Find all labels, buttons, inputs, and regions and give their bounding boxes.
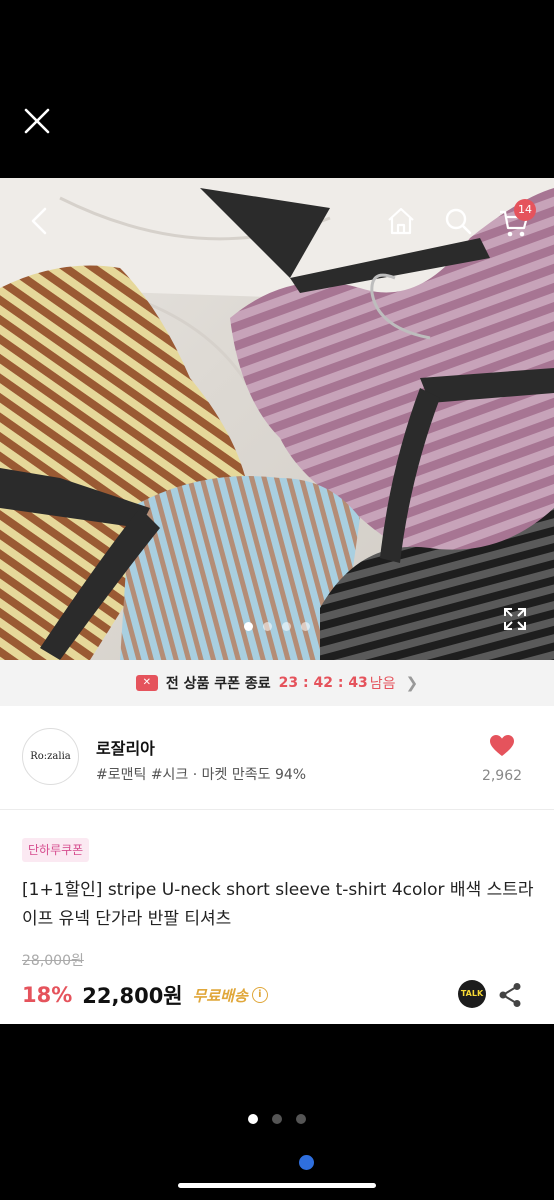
heart-icon [490, 735, 514, 756]
chevron-right-icon: ❯ [405, 674, 419, 692]
coupon-countdown-bar[interactable]: ✕ 전 상품 쿠폰 종료 23 : 42 : 43 남음 ❯ [0, 660, 554, 706]
like-count: 2,962 [481, 768, 523, 784]
share-icon[interactable] [498, 982, 522, 1012]
original-price: 28,000원 [22, 953, 84, 969]
carousel-dot[interactable] [301, 622, 310, 631]
free-shipping-label: 무료배송 [192, 986, 248, 1005]
blue-indicator-dot [299, 1155, 314, 1170]
carousel-dot[interactable] [244, 622, 253, 631]
coupon-suffix: 남음 [369, 676, 396, 692]
coupon-timer: 23 : 42 : 43 [278, 675, 368, 691]
coupon-label: 전 상품 쿠폰 종료 [165, 676, 271, 692]
product-title: [1+1할인] stripe U-neck short sleeve t-shi… [22, 880, 534, 929]
home-icon[interactable] [386, 206, 416, 240]
info-icon[interactable]: i [251, 987, 268, 1003]
shop-name[interactable]: 로잘리아 [96, 735, 155, 759]
screen: 14 ✕ 전 상품 쿠폰 종료 23 : 42 : 43 남음 ❯ Ro:zal… [0, 0, 554, 1200]
image-carousel-dots [0, 622, 554, 631]
screenshot-pager [0, 1114, 554, 1124]
pager-dot[interactable] [248, 1114, 258, 1124]
product-photo [0, 178, 554, 660]
pager-dot[interactable] [272, 1114, 282, 1124]
discount-rate: 18% [22, 983, 73, 1007]
sale-price: 22,800원 [82, 984, 183, 1008]
close-icon[interactable] [22, 106, 52, 136]
coupon-badge: 단하루쿠폰 [22, 838, 90, 862]
talk-button[interactable]: TALK [458, 980, 486, 1008]
home-indicator[interactable] [178, 1183, 376, 1188]
shop-tags: #로맨틱 #시크 · 마켓 만족도 94% [96, 767, 307, 783]
shop-logo[interactable]: Ro:zalia [22, 728, 79, 785]
carousel-dot[interactable] [282, 622, 291, 631]
carousel-dot[interactable] [263, 622, 272, 631]
price-row: 18% 22,800원 무료배송 i [22, 980, 268, 1010]
product-image[interactable] [0, 178, 554, 660]
pager-dot[interactable] [296, 1114, 306, 1124]
coupon-icon: ✕ [135, 675, 158, 691]
expand-icon[interactable] [502, 606, 528, 636]
like-button[interactable]: 2,962 [472, 734, 532, 784]
search-icon[interactable] [443, 206, 473, 240]
shop-info[interactable]: Ro:zalia 로잘리아 #로맨틱 #시크 · 마켓 만족도 94% 2,96… [0, 706, 554, 810]
cart-count-badge: 14 [514, 199, 536, 221]
product-info: 단하루쿠폰 [1+1할인] stripe U-neck short sleeve… [0, 810, 554, 1024]
back-arrow-icon[interactable] [28, 206, 50, 240]
